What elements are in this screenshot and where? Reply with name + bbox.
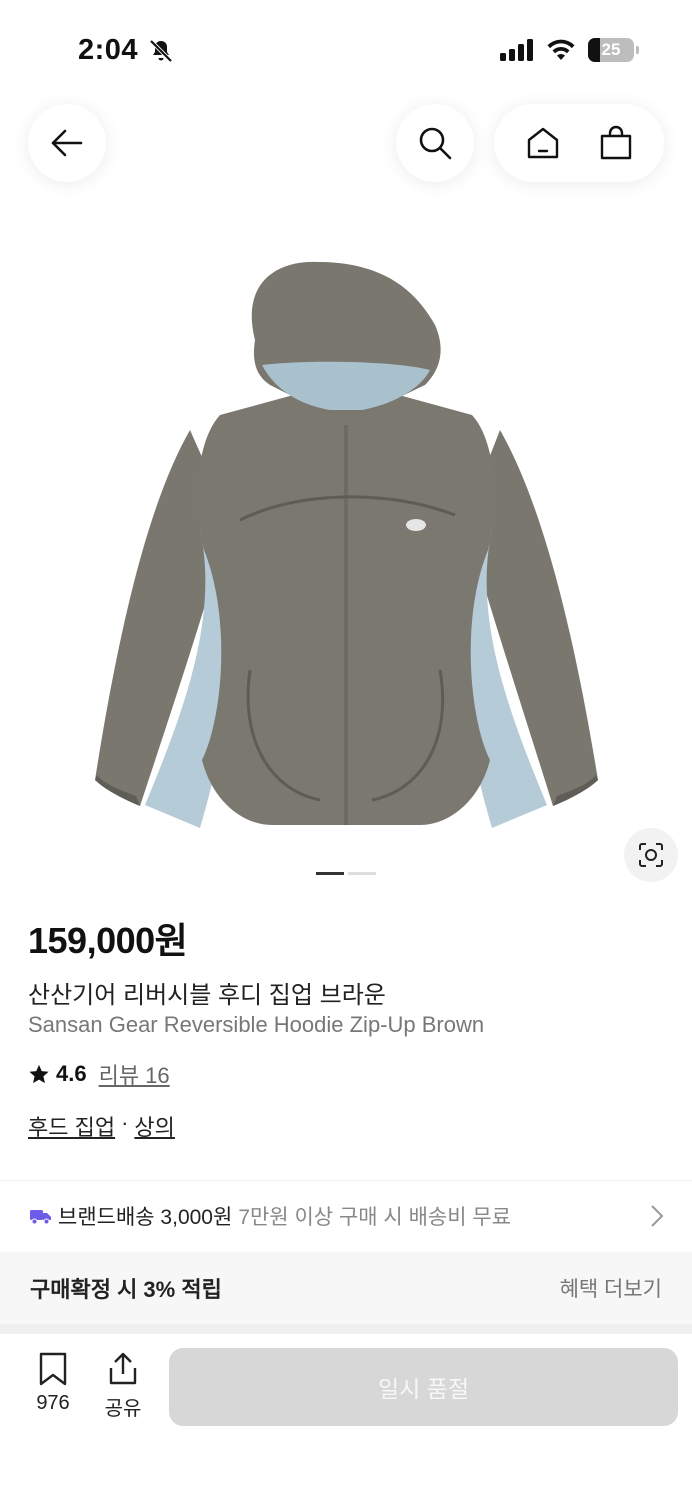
shipping-detail: 7만원 이상 구매 시 배송비 무료	[238, 1206, 512, 1229]
bookmark-icon	[39, 1352, 67, 1386]
home-icon	[527, 127, 558, 159]
image-search-button[interactable]	[624, 828, 678, 882]
search-icon	[419, 127, 452, 160]
benefit-more-link[interactable]: 혜택 더보기	[560, 1273, 662, 1303]
arrow-left-icon	[51, 129, 83, 157]
category-breadcrumb: 후드 집업 · 상의	[28, 1110, 175, 1142]
bell-mute-icon	[149, 39, 173, 63]
divider	[0, 1180, 692, 1181]
image-page-indicator	[316, 872, 376, 875]
page-dot-active	[316, 872, 344, 875]
home-button[interactable]	[513, 113, 573, 173]
section-spacer	[0, 1324, 692, 1334]
shopping-bag-icon	[600, 125, 631, 160]
review-link[interactable]: 리뷰 16	[99, 1058, 170, 1090]
back-button[interactable]	[28, 104, 106, 182]
share-label: 공유	[104, 1398, 142, 1420]
chevron-right-icon	[651, 1205, 664, 1227]
share-button[interactable]: 공유	[100, 1352, 146, 1421]
status-bar: 2:04 25	[0, 0, 692, 100]
product-image[interactable]	[0, 200, 692, 860]
battery-icon: 25	[588, 38, 639, 62]
category-separator: ·	[121, 1110, 129, 1135]
status-time: 2:04	[78, 34, 139, 66]
rating-score: 4.6	[56, 1061, 87, 1086]
product-title-ko: 산산기어 리버시블 후디 집업 브라운	[28, 982, 386, 1009]
product-title-en: Sansan Gear Reversible Hoodie Zip-Up Bro…	[28, 1012, 485, 1037]
wifi-icon	[547, 39, 575, 60]
shipping-row[interactable]: 브랜드배송 3,000원 7만원 이상 구매 시 배송비 무료	[0, 1182, 692, 1250]
shipping-label: 브랜드배송 3,000원	[58, 1206, 233, 1229]
bottom-action-bar: 976 공유 일시 품절	[0, 1334, 692, 1500]
soldout-button[interactable]: 일시 품절	[169, 1348, 678, 1426]
category-link-hood-zipup[interactable]: 후드 집업	[28, 1110, 115, 1142]
signal-icon	[500, 39, 533, 61]
cart-button[interactable]	[586, 113, 646, 173]
camera-scan-icon	[639, 843, 663, 867]
product-price: 159,000원	[28, 920, 188, 961]
page-dot	[348, 872, 376, 875]
save-button[interactable]: 976	[28, 1352, 78, 1415]
nav-actions	[494, 104, 664, 182]
search-button[interactable]	[396, 104, 474, 182]
category-link-tops[interactable]: 상의	[134, 1110, 174, 1142]
share-icon	[109, 1352, 137, 1385]
star-icon	[29, 1064, 49, 1084]
benefit-row[interactable]: 구매확정 시 3% 적립 혜택 더보기	[0, 1252, 692, 1324]
truck-icon	[30, 1210, 51, 1225]
product-rating: 4.6 리뷰 16	[28, 1058, 170, 1090]
benefit-label: 구매확정 시 3% 적립	[30, 1277, 222, 1302]
battery-level: 25	[601, 40, 621, 59]
save-count: 976	[36, 1392, 70, 1414]
